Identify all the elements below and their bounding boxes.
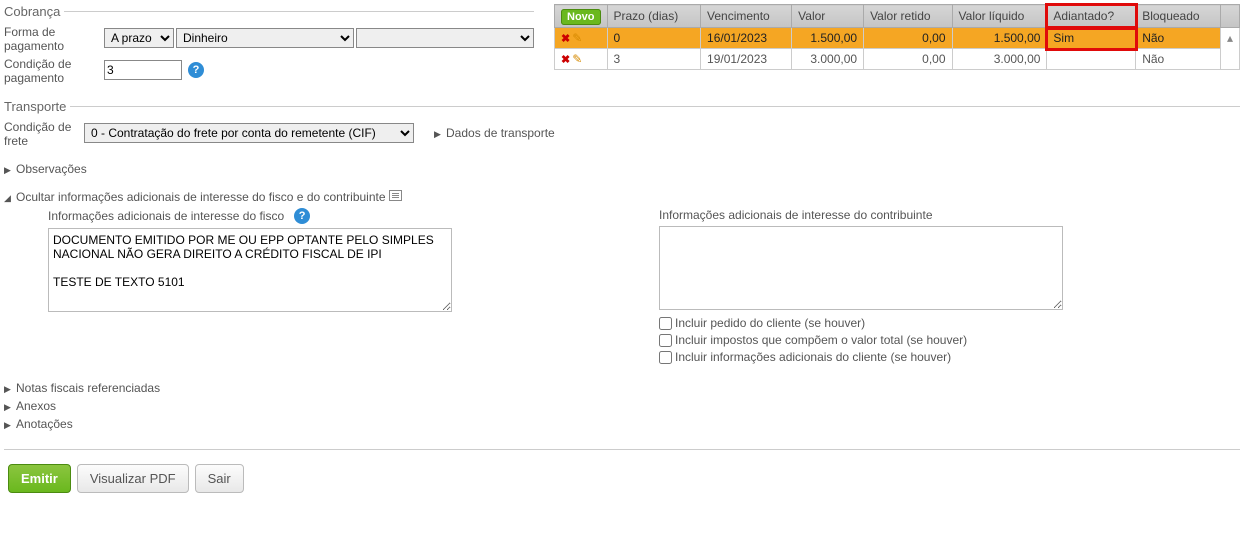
notas-fiscais-toggle[interactable]: Notas fiscais referenciadas (4, 381, 1240, 395)
scrollbar-head (1220, 5, 1239, 28)
condicao-frete-label: Condição de frete (4, 118, 84, 148)
cell-retido: 0,00 (864, 49, 952, 70)
separator (4, 449, 1240, 450)
emitir-button[interactable]: Emitir (8, 464, 71, 493)
help-icon[interactable]: ? (188, 62, 204, 78)
transporte-fieldset: Transporte Condição de frete 0 - Contrat… (4, 99, 1240, 150)
observacoes-toggle[interactable]: Observações (4, 162, 1240, 176)
chk-info-cliente[interactable] (659, 351, 672, 364)
col-prazo[interactable]: Prazo (dias) (607, 5, 701, 28)
scrollbar-up-icon[interactable]: ▴ (1220, 28, 1239, 70)
edit-icon[interactable]: ✎ (572, 52, 582, 66)
cell-bloqueado: Não (1136, 28, 1221, 49)
delete-icon[interactable]: ✖ (561, 54, 570, 66)
cell-valor: 1.500,00 (792, 28, 864, 49)
anexos-toggle[interactable]: Anexos (4, 399, 1240, 413)
condicao-frete-select[interactable]: 0 - Contratação do frete por conta do re… (84, 123, 414, 143)
cell-adiantado (1047, 49, 1136, 70)
help-icon[interactable]: ? (294, 208, 310, 224)
table-row[interactable]: ✖✎ 0 16/01/2023 1.500,00 0,00 1.500,00 S… (555, 28, 1240, 49)
edit-icon[interactable]: ✎ (572, 31, 582, 45)
cell-vencimento: 16/01/2023 (701, 28, 792, 49)
parcelas-table: Novo Prazo (dias) Vencimento Valor Valor… (554, 4, 1240, 70)
chk-info-cliente-label: Incluir informações adicionais do client… (675, 350, 951, 364)
col-valor[interactable]: Valor (792, 5, 864, 28)
ocultar-info-toggle[interactable]: Ocultar informações adicionais de intere… (4, 190, 1240, 204)
chk-impostos[interactable] (659, 334, 672, 347)
chk-pedido-cliente-label: Incluir pedido do cliente (se houver) (675, 316, 865, 330)
col-retido[interactable]: Valor retido (864, 5, 952, 28)
cell-adiantado: Sim (1047, 28, 1136, 49)
forma-pagamento-select-3[interactable] (356, 28, 534, 48)
chk-impostos-label: Incluir impostos que compõem o valor tot… (675, 333, 967, 347)
cell-prazo: 0 (607, 28, 701, 49)
sair-button[interactable]: Sair (195, 464, 244, 493)
chk-pedido-cliente[interactable] (659, 317, 672, 330)
cell-liquido: 1.500,00 (952, 28, 1047, 49)
visualizar-pdf-button[interactable]: Visualizar PDF (77, 464, 189, 493)
delete-icon[interactable]: ✖ (561, 33, 570, 45)
text-template-icon[interactable] (389, 190, 402, 201)
novo-button[interactable]: Novo (561, 9, 601, 25)
cell-bloqueado: Não (1136, 49, 1221, 70)
transporte-legend: Transporte (4, 99, 70, 114)
anotacoes-toggle[interactable]: Anotações (4, 417, 1240, 431)
fisco-label: Informações adicionais de interesse do f… (48, 209, 284, 223)
col-bloqueado[interactable]: Bloqueado (1136, 5, 1221, 28)
cell-vencimento: 19/01/2023 (701, 49, 792, 70)
table-row[interactable]: ✖✎ 3 19/01/2023 3.000,00 0,00 3.000,00 N… (555, 49, 1240, 70)
cobranca-fieldset: Cobrança Forma de pagamento A prazo Dinh… (4, 4, 534, 87)
contrib-label: Informações adicionais de interesse do c… (659, 208, 933, 222)
col-liquido[interactable]: Valor líquido (952, 5, 1047, 28)
cell-retido: 0,00 (864, 28, 952, 49)
forma-pagamento-select-2[interactable]: Dinheiro (176, 28, 354, 48)
col-adiantado[interactable]: Adiantado? (1047, 5, 1136, 28)
dados-transporte-toggle[interactable]: Dados de transporte (434, 126, 555, 140)
forma-pagamento-select-1[interactable]: A prazo (104, 28, 174, 48)
col-vencimento[interactable]: Vencimento (701, 5, 792, 28)
condicao-pagamento-input[interactable] (104, 60, 182, 80)
cobranca-legend: Cobrança (4, 4, 64, 19)
fisco-textarea[interactable] (48, 228, 452, 312)
condicao-pagamento-label: Condição de pagamento (4, 55, 104, 85)
cell-prazo: 3 (607, 49, 701, 70)
cell-valor: 3.000,00 (792, 49, 864, 70)
forma-pagamento-label: Forma de pagamento (4, 23, 104, 53)
cell-liquido: 3.000,00 (952, 49, 1047, 70)
contrib-textarea[interactable] (659, 226, 1063, 310)
